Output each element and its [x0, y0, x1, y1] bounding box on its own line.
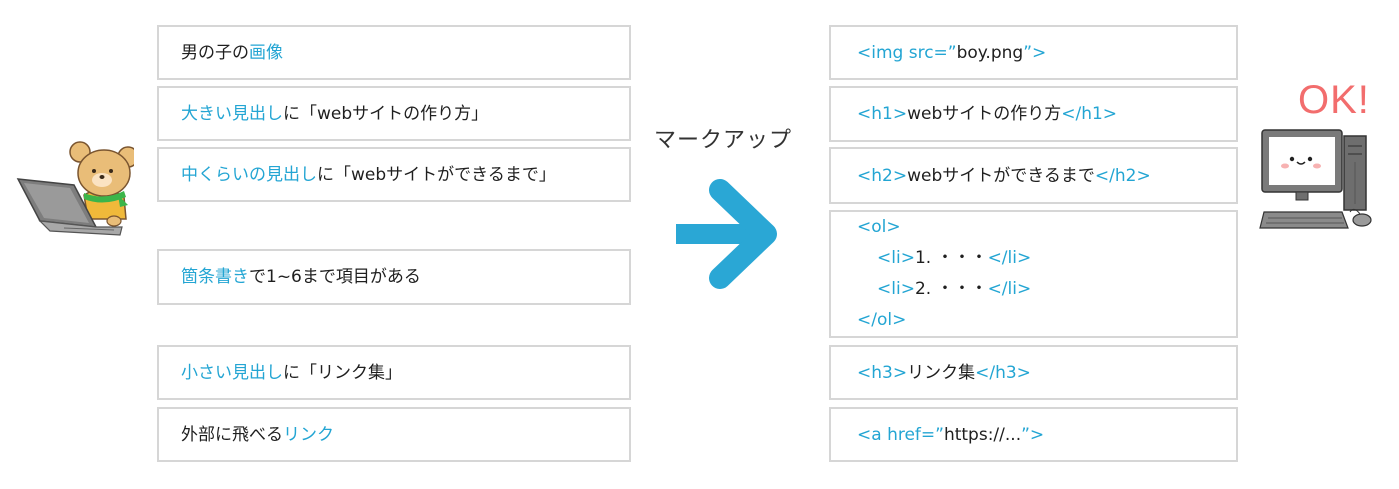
left-item-highlight: 小さい見出し [181, 362, 283, 383]
left-item-highlight: 中くらいの見出し [181, 164, 317, 185]
code-text: boy.png [956, 42, 1024, 63]
code-line: <ol> [857, 212, 1031, 243]
ok-label: OK! [1298, 78, 1370, 122]
code-tag: <li> [877, 248, 915, 268]
code-tag: </h2> [1094, 165, 1151, 186]
left-item-list: 箇条書きで1~6まで項目がある [157, 249, 631, 305]
code-tag: <li> [877, 279, 915, 299]
code-tag: </ol> [857, 310, 907, 330]
left-item-highlight: リンク [283, 424, 334, 445]
code-line: <li>1. ・・・</li> [857, 243, 1031, 274]
left-item-image: 男の子の画像 [157, 25, 631, 80]
code-tag: ”> [1023, 42, 1047, 63]
code-tag: </li> [987, 248, 1032, 268]
code-tag: </h3> [975, 362, 1031, 383]
bear-with-laptop-icon [16, 141, 134, 236]
code-tag: <ol> [857, 217, 901, 237]
left-item-text: に「webサイトの作り方」 [283, 103, 489, 124]
left-item-text: で1~6まで項目がある [249, 267, 421, 287]
code-item-h3: <h3>リンク集</h3> [829, 345, 1238, 400]
code-tag: </li> [987, 279, 1032, 299]
code-tag: <h2> [857, 165, 908, 186]
code-tag: </h1> [1061, 104, 1118, 124]
code-item-h2: <h2>webサイトができるまで</h2> [829, 147, 1238, 204]
left-item-h2: 中くらいの見出しに「webサイトができるまで」 [157, 147, 631, 202]
left-item-highlight: 大きい見出し [181, 103, 283, 124]
code-tag: ”> [1021, 424, 1045, 445]
code-item-img: <img src=”boy.png”> [829, 25, 1238, 80]
code-item-a: <a href=”https://...”> [829, 407, 1238, 462]
markup-label: マークアップ [654, 128, 793, 153]
right-arrow-icon [676, 179, 777, 289]
code-tag: <h3> [857, 362, 908, 383]
left-item-text: 外部に飛べる [181, 424, 283, 445]
left-item-h1: 大きい見出しに「webサイトの作り方」 [157, 86, 631, 141]
code-text: リンク集 [907, 362, 976, 383]
left-item-highlight: 箇条書き [181, 267, 249, 287]
code-text: 1. ・・・ [914, 248, 988, 268]
smiling-computer-icon [1259, 129, 1372, 229]
code-text: https://... [943, 424, 1022, 445]
left-item-highlight: 画像 [249, 42, 283, 63]
code-tag: <img src=” [857, 42, 957, 63]
code-line: </ol> [857, 305, 1031, 336]
code-item-h1: <h1>webサイトの作り方</h1> [829, 86, 1238, 142]
code-text: webサイトの作り方 [907, 104, 1062, 124]
code-tag: <a href=” [857, 424, 944, 445]
left-item-text: に「リンク集」 [283, 362, 402, 383]
code-item-ol: <ol> <li>1. ・・・</li> <li>2. ・・・</li> </o… [829, 210, 1238, 338]
code-text: 2. ・・・ [914, 279, 988, 299]
left-item-link: 外部に飛べるリンク [157, 407, 631, 462]
code-tag: <h1> [857, 104, 908, 124]
code-line: <li>2. ・・・</li> [857, 274, 1031, 305]
left-item-text: 男の子の [181, 42, 249, 63]
left-item-h3: 小さい見出しに「リンク集」 [157, 345, 631, 400]
left-item-text: に「webサイトができるまで」 [317, 164, 556, 185]
code-text: webサイトができるまで [907, 165, 1095, 186]
